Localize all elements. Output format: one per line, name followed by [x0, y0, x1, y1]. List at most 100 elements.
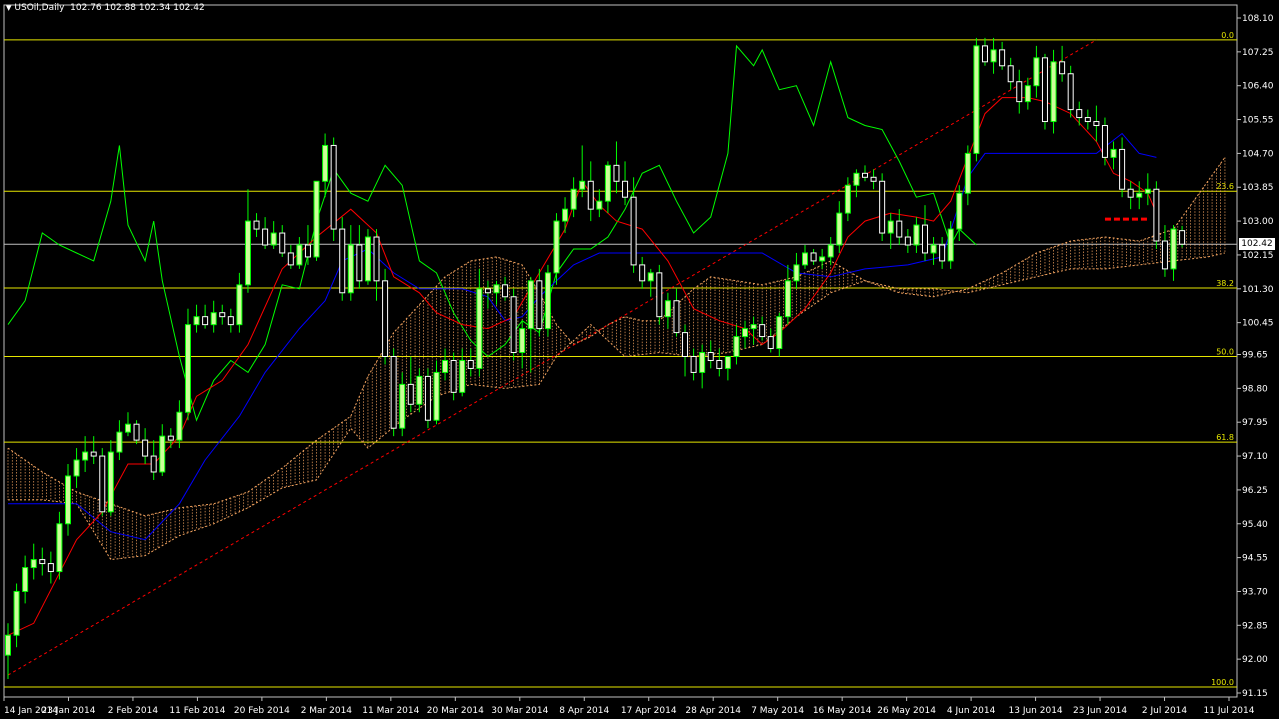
- candle-body: [5, 634, 11, 656]
- candle-body: [219, 312, 226, 318]
- fib-label: 61.8: [1216, 433, 1234, 442]
- candle-body: [433, 371, 440, 421]
- candle-body: [39, 559, 46, 565]
- candle-body: [767, 336, 774, 350]
- candle-body: [921, 224, 928, 254]
- candle-body: [424, 375, 431, 421]
- candle-body: [802, 252, 809, 266]
- y-tick-label: 97.10: [1242, 452, 1268, 462]
- candle-body: [330, 144, 337, 230]
- candle-body: [193, 316, 200, 326]
- candle-body: [124, 423, 131, 433]
- candle-body: [133, 423, 140, 441]
- y-tick-label: 94.55: [1242, 554, 1268, 564]
- candle-body: [442, 359, 449, 373]
- candle-body: [1041, 57, 1048, 123]
- candle-body: [870, 176, 877, 182]
- candle-body: [176, 411, 183, 441]
- candle-body: [999, 49, 1006, 67]
- candle-body: [853, 172, 860, 186]
- x-tick-label: 2 Mar 2014: [301, 706, 353, 716]
- candle-body: [244, 220, 251, 286]
- candle-body: [510, 296, 517, 354]
- candle-body: [519, 328, 526, 354]
- candle-body: [622, 180, 629, 198]
- candle-body: [750, 324, 757, 330]
- candle-body: [1136, 192, 1143, 198]
- y-tick-label: 97.95: [1242, 418, 1268, 428]
- candle-body: [647, 272, 654, 282]
- candle-body: [184, 324, 191, 413]
- current-price-label: 102.42: [1239, 238, 1275, 250]
- candle-body: [467, 359, 474, 369]
- candle-body: [296, 244, 303, 266]
- candle-body: [862, 172, 868, 178]
- candle-body: [313, 180, 320, 258]
- candle-body: [1076, 109, 1083, 119]
- x-tick-label: 8 Apr 2014: [559, 706, 609, 716]
- candle-body: [562, 208, 569, 222]
- candle-body: [202, 316, 209, 326]
- candle-body: [990, 49, 997, 63]
- candle-body: [30, 559, 37, 569]
- candle-body: [450, 359, 457, 393]
- candle-body: [887, 220, 894, 234]
- candle-body: [1050, 61, 1057, 123]
- symbol-label: USOil,Daily: [14, 3, 65, 13]
- x-tick-label: 23 Jun 2014: [1073, 706, 1127, 716]
- candle-body: [587, 180, 594, 210]
- candle-body: [896, 220, 903, 238]
- candle-body: [733, 336, 740, 357]
- candle-body: [742, 328, 749, 338]
- candle-body: [356, 244, 363, 282]
- candle-body: [459, 359, 466, 393]
- fib-label: 50.0: [1216, 347, 1234, 356]
- candle-body: [1093, 121, 1100, 127]
- y-tick-label: 106.40: [1242, 82, 1274, 92]
- candle-body: [639, 264, 646, 282]
- y-tick-label: 98.80: [1242, 384, 1268, 394]
- candle-body: [596, 200, 603, 210]
- candle-body: [279, 232, 286, 254]
- x-tick-label: 17 Apr 2014: [621, 706, 677, 716]
- candle-body: [382, 280, 389, 357]
- dropdown-triangle-icon[interactable]: ▼: [6, 4, 11, 12]
- y-tick-label: 95.40: [1242, 520, 1268, 530]
- candle-body: [724, 355, 731, 369]
- candle-body: [527, 280, 534, 330]
- candle-body: [1084, 117, 1091, 123]
- candle-body: [904, 236, 911, 246]
- candle-body: [407, 383, 414, 405]
- x-tick-label: 20 Feb 2014: [234, 706, 290, 716]
- candle-body: [544, 272, 551, 330]
- x-tick-label: 30 Mar 2014: [491, 706, 548, 716]
- x-tick-label: 4 Jun 2014: [947, 706, 996, 716]
- candle-body: [347, 244, 354, 294]
- fib-label: 100.0: [1211, 678, 1234, 687]
- candle-body: [1101, 125, 1108, 158]
- candle-body: [793, 264, 800, 282]
- candle-body: [476, 288, 483, 369]
- candle-body: [270, 232, 277, 246]
- candle-body: [836, 212, 843, 246]
- y-tick-label: 93.70: [1242, 587, 1268, 597]
- candle-body: [90, 451, 97, 457]
- candle-body: [56, 523, 63, 573]
- candle-body: [262, 228, 269, 246]
- x-tick-label: 13 Jun 2014: [1009, 706, 1063, 716]
- x-tick-label: 16 May 2014: [813, 706, 872, 716]
- candle-body: [82, 451, 89, 461]
- x-tick-label: 20 Mar 2014: [427, 706, 484, 716]
- candle-body: [759, 324, 766, 338]
- candle-body: [1067, 73, 1074, 111]
- price-chart[interactable]: 0.0 23.6 38.2 50.0 61.8 100.0 108.10 107.25 106…: [0, 0, 1279, 719]
- x-tick-label: 11 Jul 2014: [1204, 706, 1255, 716]
- candle-body: [844, 184, 851, 214]
- fib-label: 0.0: [1221, 31, 1234, 40]
- candle-body: [956, 192, 963, 230]
- y-tick-label: 92.00: [1242, 655, 1268, 665]
- candle-body: [553, 220, 560, 274]
- candle-body: [656, 272, 663, 318]
- candle-body: [579, 180, 586, 190]
- candle-body: [339, 228, 346, 294]
